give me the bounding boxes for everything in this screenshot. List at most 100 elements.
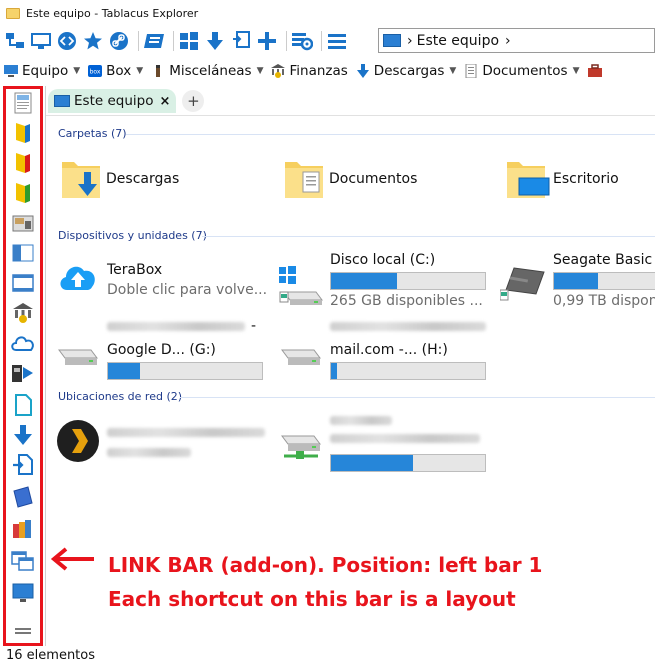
link-icon[interactable] [108, 30, 130, 52]
group-header-folders[interactable]: Carpetas (7) [58, 127, 127, 140]
drive-usage-fill [331, 455, 413, 471]
device-item-disco-local[interactable]: Disco local (C:) 265 GB disponibles ... [278, 250, 500, 310]
address-chevron[interactable]: › [505, 33, 511, 49]
folder-item-descargas[interactable]: Descargas [58, 152, 258, 208]
favorite-label: Box [106, 63, 132, 79]
favorite-label: Descargas [373, 63, 445, 79]
windows-icon[interactable] [178, 30, 200, 52]
book-green-yellow-icon[interactable] [10, 181, 36, 205]
group-divider [126, 134, 655, 135]
device-item-google-drive[interactable]: - Google D... (G:) [55, 318, 270, 384]
address-bar[interactable]: › Este equipo › [378, 28, 655, 53]
redacted-text [107, 322, 245, 331]
tab-strip: Este equipo × + [48, 88, 205, 114]
favorite-toolbox[interactable] [587, 64, 606, 78]
layout-left-pane-icon[interactable] [10, 241, 36, 265]
panel-icon[interactable] [143, 30, 165, 52]
download-arrow-icon [356, 64, 369, 78]
new-tab-button[interactable]: + [182, 90, 205, 112]
book-red-yellow-icon[interactable] [10, 151, 36, 175]
windows-drive-icon [279, 266, 323, 305]
bank-icon[interactable] [10, 301, 36, 325]
new-file-icon[interactable] [10, 393, 36, 417]
item-subtitle: 265 GB disponibles ... [330, 293, 483, 309]
chevron-down-icon[interactable]: ▼ [73, 66, 80, 76]
code-icon[interactable] [56, 30, 78, 52]
device-item-mail-com[interactable]: mail.com -... (H:) [278, 318, 500, 384]
books-icon[interactable] [10, 485, 36, 509]
annotation: LINK BAR (add-on). Position: left bar 1 … [108, 548, 542, 616]
copy-to-icon[interactable] [10, 453, 36, 477]
documents-folder-icon [285, 162, 323, 198]
computer-icon[interactable] [30, 30, 52, 52]
tab-este-equipo[interactable]: Este equipo × [48, 89, 177, 113]
address-separator[interactable]: › [407, 33, 413, 49]
favorite-box[interactable]: box Box ▼ [88, 63, 143, 79]
redacted-text [330, 416, 392, 425]
drive-usage-fill [108, 363, 141, 379]
chevron-down-icon[interactable]: ▼ [257, 66, 264, 76]
star-icon[interactable] [82, 30, 104, 52]
toolbar-separator [138, 31, 139, 51]
favorite-finanzas[interactable]: Finanzas [271, 63, 348, 79]
grip-icon[interactable] [10, 619, 36, 643]
favorite-descargas[interactable]: Descargas ▼ [356, 63, 456, 79]
title-bar: Este equipo - Tablacus Explorer [0, 0, 655, 26]
svg-text:box: box [90, 69, 101, 76]
chevron-down-icon[interactable]: ▼ [449, 66, 456, 76]
options-gear-icon[interactable] [291, 30, 313, 52]
plex-icon [57, 420, 99, 462]
copy-to-icon[interactable] [230, 30, 252, 52]
redacted-text [330, 434, 480, 443]
pane-divider[interactable] [45, 86, 46, 646]
download-icon[interactable] [204, 30, 226, 52]
plus-icon[interactable] [256, 30, 278, 52]
address-location[interactable]: Este equipo [417, 33, 499, 49]
item-name: Documentos [329, 171, 418, 187]
favorite-label: Finanzas [289, 63, 348, 79]
download-icon[interactable] [10, 423, 36, 447]
chevron-down-icon[interactable]: ▼ [573, 66, 580, 76]
drive-usage-bar [330, 272, 486, 290]
external-drive-icon [500, 267, 545, 301]
group-header-network[interactable]: Ubicaciones de red (2) [58, 390, 182, 403]
monitor-icon[interactable] [10, 581, 36, 605]
device-item-terabox[interactable]: TeraBox Doble clic para volve... [58, 250, 273, 310]
group-header-devices[interactable]: Dispositivos y unidades (7) [58, 229, 207, 242]
folder-item-documentos[interactable]: Documentos [281, 152, 481, 208]
library-books-icon[interactable] [10, 517, 36, 541]
media-player-icon[interactable] [10, 361, 36, 385]
document-icon [465, 64, 477, 78]
item-name: Descargas [106, 171, 180, 187]
folder-item-escritorio[interactable]: Escritorio [505, 152, 655, 208]
monitor-icon [4, 65, 18, 77]
layout-doc-icon[interactable] [10, 91, 36, 115]
tree-view-icon[interactable] [4, 30, 26, 52]
cloud-icon[interactable] [10, 331, 36, 355]
favorite-documentos[interactable]: Documentos ▼ [464, 63, 580, 79]
toolbar-separator [286, 31, 287, 51]
annotation-line-1: LINK BAR (add-on). Position: left bar 1 [108, 553, 543, 577]
drive-usage-fill [554, 273, 599, 289]
chevron-down-icon[interactable]: ▼ [136, 66, 143, 76]
layout-window-icon[interactable] [10, 271, 36, 295]
status-bar: 16 elementos [0, 646, 655, 665]
favorite-label: Misceláneas [169, 63, 252, 79]
device-item-seagate[interactable]: Seagate Basic ( 0,99 TB dispon [500, 250, 655, 310]
menu-icon[interactable] [326, 30, 348, 52]
item-subtitle: 0,99 TB dispon [553, 293, 655, 309]
item-name: Disco local (C:) [330, 252, 436, 268]
network-item-location[interactable] [278, 412, 500, 474]
dual-pane-icon[interactable] [10, 549, 36, 573]
book-blue-yellow-icon[interactable] [10, 121, 36, 145]
favorite-miscelaneas[interactable]: Misceláneas ▼ [151, 63, 263, 79]
downloads-folder-icon [62, 162, 100, 198]
drive-usage-fill [331, 363, 338, 379]
close-icon[interactable]: × [159, 94, 170, 109]
network-item-plex[interactable] [55, 412, 270, 472]
bank-icon [271, 64, 286, 78]
layout-photo-icon[interactable] [10, 211, 36, 235]
annotation-arrow-icon [50, 547, 94, 571]
favorite-equipo[interactable]: Equipo ▼ [4, 63, 80, 79]
desktop-folder-icon [507, 162, 550, 198]
